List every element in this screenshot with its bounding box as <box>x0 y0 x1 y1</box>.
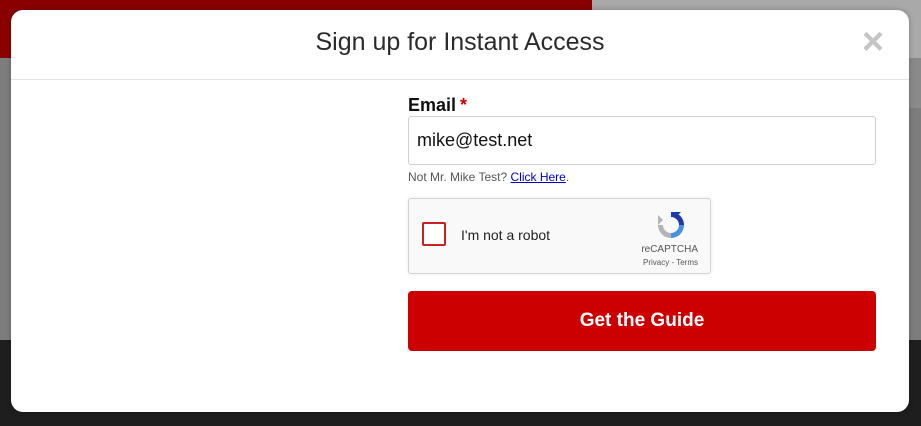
required-marker: * <box>460 95 468 115</box>
modal-title: Sign up for Instant Access <box>315 28 605 56</box>
checkbox-icon[interactable] <box>422 222 446 246</box>
recaptcha-links: Privacy - Terms <box>643 258 698 267</box>
not-user-text: Not Mr. Mike Test? <box>408 170 508 184</box>
background-content-edge <box>908 58 921 108</box>
recaptcha-logo-icon <box>658 212 684 238</box>
modal-header: Sign up for Instant Access × <box>11 10 909 80</box>
email-label: Email * <box>408 94 876 116</box>
recaptcha-label: I'm not a robot <box>461 227 551 243</box>
email-field[interactable] <box>408 116 876 165</box>
recaptcha-brand: reCAPTCHA <box>641 244 698 255</box>
email-label-text: Email <box>408 95 457 115</box>
not-user-suffix: . <box>565 170 570 184</box>
recaptcha-widget: I'm not a robot reCAPTCHA Privacy - Term… <box>408 198 711 274</box>
close-icon[interactable]: × <box>859 23 887 61</box>
not-user-notice: Not Mr. Mike Test? Click Here. <box>408 170 876 184</box>
signup-modal: Sign up for Instant Access × Email* Not … <box>11 10 909 412</box>
recaptcha-terms-link[interactable]: Terms <box>676 258 698 267</box>
signup-form: Email* Not Mr. Mike Test? Click Here. I'… <box>408 94 876 351</box>
recaptcha-privacy-link[interactable]: Privacy <box>643 258 669 267</box>
get-the-guide-button[interactable]: Get the Guide <box>408 291 876 351</box>
click-here-link[interactable]: Click Here <box>510 170 565 184</box>
